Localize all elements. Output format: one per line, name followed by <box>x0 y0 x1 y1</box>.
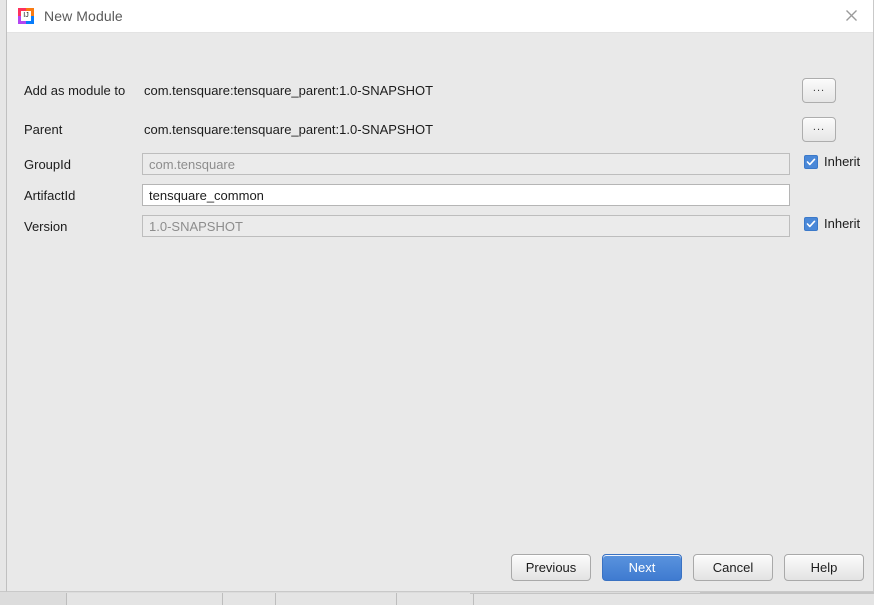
value-add-as-module-to: com.tensquare:tensquare_parent:1.0-SNAPS… <box>144 83 434 98</box>
backdrop-segment <box>396 593 474 605</box>
artifactid-input[interactable] <box>142 184 790 206</box>
dialog-title: New Module <box>44 8 123 24</box>
label-parent: Parent <box>24 122 63 137</box>
form-row-artifactid: ArtifactId <box>7 184 874 208</box>
checkmark-icon <box>804 154 818 169</box>
label-version: Version <box>24 219 68 234</box>
backdrop-segment <box>275 593 397 605</box>
browse-button-parent[interactable]: ... <box>802 117 836 142</box>
label-add-as-module-to: Add as module to <box>24 83 126 98</box>
dialog-titlebar: IJ New Module <box>7 0 873 33</box>
close-icon[interactable] <box>829 0 873 31</box>
next-button[interactable]: Next <box>602 554 682 581</box>
backdrop-segment <box>473 593 874 605</box>
previous-button[interactable]: Previous <box>511 554 591 581</box>
value-parent: com.tensquare:tensquare_parent:1.0-SNAPS… <box>144 122 434 137</box>
groupid-input[interactable] <box>142 153 790 175</box>
inherit-label-version: Inherit <box>824 216 861 231</box>
inherit-label-groupid: Inherit <box>824 154 861 169</box>
backdrop-divider <box>470 593 874 594</box>
ellipsis-icon: ... <box>812 81 826 94</box>
help-button[interactable]: Help <box>784 554 864 581</box>
new-module-dialog: IJ New Module Add as module to com.tensq… <box>6 0 874 592</box>
inherit-checkbox-version[interactable]: Inherit <box>804 216 860 231</box>
form-row-version: Version Inherit <box>7 215 874 239</box>
form-row-add-as-module-to: Add as module to com.tensquare:tensquare… <box>7 78 874 103</box>
dialog-footer: Previous Next Cancel Help <box>7 543 874 591</box>
label-groupid: GroupId <box>24 157 71 172</box>
backdrop-divider <box>700 592 874 593</box>
intellij-idea-icon: IJ <box>18 8 34 24</box>
backdrop-segment <box>222 593 276 605</box>
inherit-checkbox-groupid[interactable]: Inherit <box>804 154 860 169</box>
form-row-groupid: GroupId Inherit <box>7 153 874 177</box>
backdrop-segment <box>66 593 223 605</box>
checkmark-icon <box>804 216 818 231</box>
browse-button-add-as-module-to[interactable]: ... <box>802 78 836 103</box>
ellipsis-icon: ... <box>812 120 826 133</box>
label-artifactid: ArtifactId <box>24 188 76 203</box>
version-input[interactable] <box>142 215 790 237</box>
cancel-button[interactable]: Cancel <box>693 554 773 581</box>
form-row-parent: Parent com.tensquare:tensquare_parent:1.… <box>7 117 874 142</box>
